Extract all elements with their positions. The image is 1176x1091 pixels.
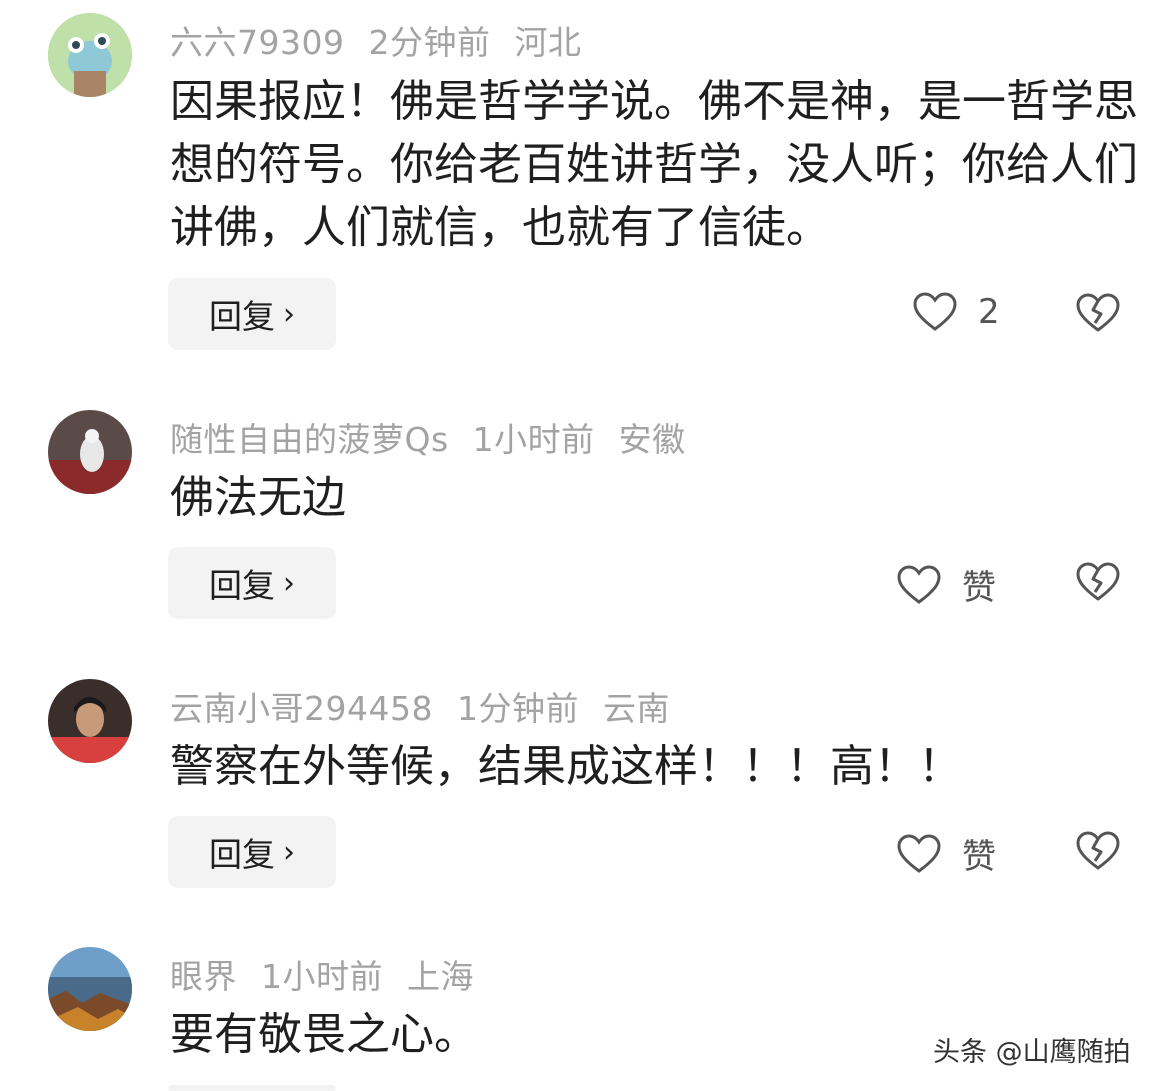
- broken-heart-icon[interactable]: [1075, 561, 1121, 603]
- comment-meta: 随性自由的菠萝Qs 1小时前 安徽: [170, 413, 710, 461]
- timestamp: 1小时前: [261, 957, 383, 996]
- chevron-right-icon: ›: [283, 296, 295, 332]
- location: 安徽: [618, 420, 686, 459]
- heart-outline-icon: [897, 564, 941, 604]
- reply-button[interactable]: 回复 ›: [168, 816, 336, 888]
- timestamp: 2分钟前: [368, 23, 491, 62]
- like-count: 赞: [962, 837, 996, 877]
- like-count: 赞: [962, 568, 996, 608]
- comment-text: 佛法无边: [170, 472, 346, 523]
- watermark: 头条 @山鹰随拍: [933, 1037, 1131, 1068]
- reply-button[interactable]: 回复 ›: [168, 278, 336, 350]
- comment-text: 因果报应！佛是哲学学说。佛不是神，是一哲学思想的符号。你给老百姓讲哲学，没人听；…: [170, 76, 1138, 253]
- reply-label: 回复: [209, 835, 275, 874]
- timestamp: 1分钟前: [456, 689, 579, 728]
- chevron-right-icon: ›: [283, 565, 295, 601]
- like-count: 2: [978, 292, 1000, 332]
- avatar[interactable]: [48, 947, 132, 1031]
- avatar[interactable]: [48, 410, 132, 494]
- location: 云南: [602, 689, 670, 728]
- broken-heart-icon[interactable]: [1075, 292, 1121, 334]
- comment-meta: 云南小哥294458 1分钟前 云南: [170, 682, 694, 730]
- location: 上海: [407, 957, 474, 996]
- username[interactable]: 云南小哥294458: [170, 689, 433, 728]
- location: 河北: [514, 23, 582, 62]
- reply-button[interactable]: 回复 ›: [168, 547, 336, 619]
- username[interactable]: 随性自由的菠萝Qs: [170, 420, 449, 459]
- username[interactable]: 六六79309: [170, 23, 344, 62]
- comment-text: 警察在外等候，结果成这样！！！高！！: [170, 741, 962, 792]
- chevron-right-icon: ›: [283, 834, 295, 870]
- like-button[interactable]: 赞: [896, 829, 996, 878]
- avatar[interactable]: [48, 679, 132, 763]
- comment-meta: 眼界 1小时前 上海: [170, 950, 498, 998]
- reply-label: 回复: [209, 566, 275, 605]
- avatar[interactable]: [48, 13, 132, 97]
- comment-meta: 六六79309 2分钟前 河北: [170, 16, 605, 64]
- broken-heart-icon[interactable]: [1075, 830, 1121, 872]
- heart-outline-icon: [897, 833, 941, 873]
- reply-button-partial[interactable]: [168, 1085, 336, 1091]
- timestamp: 1小时前: [472, 420, 595, 459]
- heart-outline-icon: [913, 292, 957, 331]
- like-button[interactable]: 赞: [896, 560, 996, 609]
- reply-label: 回复: [209, 297, 275, 336]
- like-button[interactable]: 2: [912, 291, 1000, 333]
- username[interactable]: 眼界: [170, 957, 237, 996]
